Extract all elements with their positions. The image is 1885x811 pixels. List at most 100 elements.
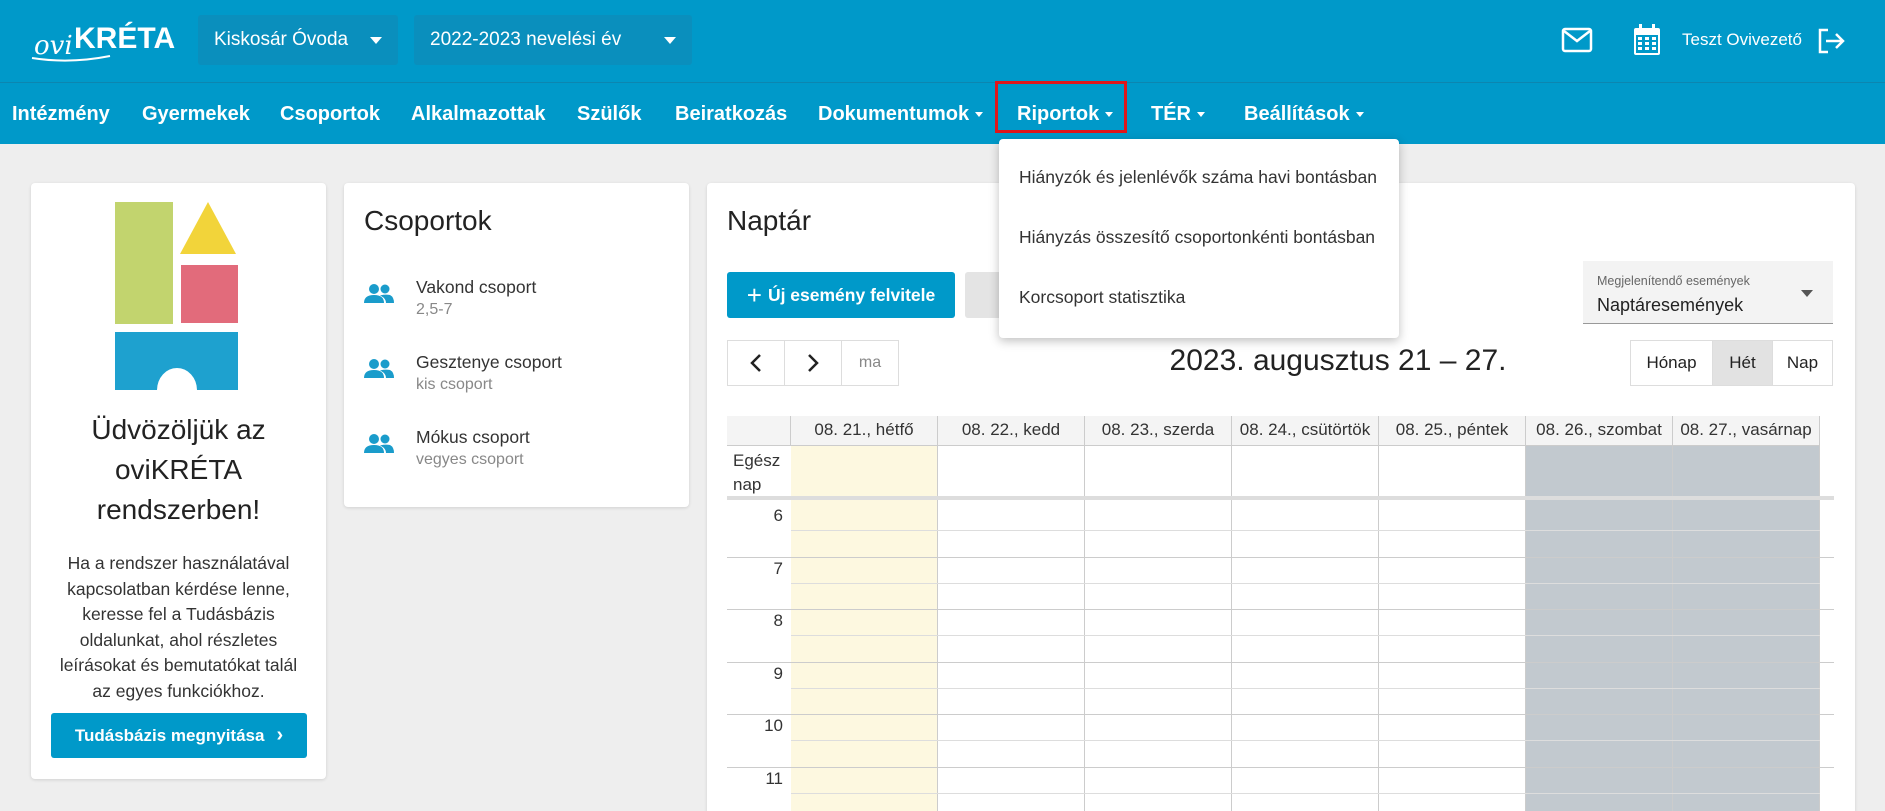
calendar-icon[interactable] bbox=[1633, 24, 1661, 56]
welcome-text-line: leírásokat és bemutatókat talál bbox=[59, 655, 298, 675]
chevron-down-icon bbox=[370, 36, 382, 44]
next-week-button[interactable] bbox=[785, 341, 842, 385]
chevron-down-icon bbox=[664, 36, 676, 44]
allday-label-line: nap bbox=[733, 475, 762, 494]
view-switcher: Hónap Hét Nap bbox=[1630, 340, 1833, 386]
day-header[interactable]: 08. 27., vasárnap bbox=[1673, 416, 1820, 446]
half-hour-line bbox=[791, 530, 1820, 532]
group-name: Mókus csoport bbox=[416, 427, 530, 447]
nav-item-dokumentumok[interactable]: Dokumentumok bbox=[818, 83, 984, 145]
nav-item-beiratkozas[interactable]: Beiratkozás bbox=[675, 83, 787, 145]
welcome-title-line: rendszerben! bbox=[96, 494, 261, 525]
menu-item-korcsoport-statisztika[interactable]: Korcsoport statisztika bbox=[1019, 287, 1185, 308]
nav-label: Beiratkozás bbox=[675, 102, 788, 125]
riportok-highlight-box bbox=[995, 81, 1127, 133]
main-nav: Intézmény Gyermekek Csoportok Alkalmazot… bbox=[0, 82, 1885, 144]
half-hour-line bbox=[791, 582, 1820, 584]
group-subtitle: 2,5-7 bbox=[416, 301, 453, 318]
hour-line bbox=[727, 714, 1834, 715]
hour-label: 8 bbox=[773, 611, 783, 630]
allday-label: Egész nap bbox=[733, 449, 780, 497]
welcome-text-line: Ha a rendszer használatával bbox=[67, 553, 290, 573]
menu-item-havi-bontas[interactable]: Hiányzók és jelenlévők száma havi bontás… bbox=[1019, 167, 1377, 188]
nav-item-beallitasok[interactable]: Beállítások bbox=[1244, 83, 1364, 145]
view-month-button[interactable]: Hónap bbox=[1631, 341, 1713, 385]
svg-text:ovi: ovi bbox=[34, 31, 73, 61]
mail-icon[interactable] bbox=[1561, 27, 1593, 53]
day-column[interactable] bbox=[1085, 446, 1232, 811]
nav-label: TÉR bbox=[1151, 102, 1191, 125]
week-grid: Egész nap 08. 21., hétfő 08. 22., kedd 08.… bbox=[727, 416, 1834, 811]
hour-line bbox=[727, 556, 1834, 558]
nav-label: Intézmény bbox=[12, 102, 110, 125]
nav-label: Beállítások bbox=[1244, 102, 1350, 125]
prev-week-button[interactable] bbox=[728, 341, 785, 385]
nav-label: Gyermekek bbox=[142, 102, 250, 125]
svg-text:KRÉTA: KRÉTA bbox=[74, 21, 175, 55]
menu-item-csoportonkenti-bontas[interactable]: Hiányzás összesítő csoportonkénti bontás… bbox=[1019, 227, 1375, 248]
day-column[interactable] bbox=[938, 446, 1085, 811]
welcome-text: Ha a rendszer használatával kapcsolatban… bbox=[51, 551, 306, 704]
caret-down-icon bbox=[1355, 111, 1364, 117]
hour-label: 10 bbox=[764, 716, 783, 735]
nav-item-gyermekek[interactable]: Gyermekek bbox=[142, 83, 250, 145]
event-filter-label: Megjelenítendő események bbox=[1597, 274, 1750, 288]
user-name[interactable]: Teszt Ovivezető bbox=[1682, 30, 1802, 50]
group-subtitle: vegyes csoport bbox=[416, 451, 524, 468]
day-column[interactable] bbox=[791, 446, 938, 811]
nav-item-szulok[interactable]: Szülők bbox=[577, 83, 641, 145]
event-filter-value: Naptáresemények bbox=[1597, 295, 1744, 315]
day-column[interactable] bbox=[1379, 446, 1526, 811]
groups-card: Csoportok Vakond csoport 2,5-7 Gesztenye… bbox=[344, 183, 689, 507]
chevron-right-icon: › bbox=[276, 724, 284, 746]
day-header[interactable]: 08. 21., hétfő bbox=[791, 416, 938, 446]
chevron-left-icon bbox=[750, 354, 761, 372]
welcome-title: Üdvözöljük az oviKRÉTA rendszerben! bbox=[31, 410, 326, 530]
calendar-title: Naptár bbox=[727, 205, 812, 236]
hour-label: 7 bbox=[773, 558, 783, 578]
group-name: Vakond csoport bbox=[416, 277, 537, 297]
day-header[interactable]: 08. 25., péntek bbox=[1379, 416, 1526, 446]
day-column[interactable] bbox=[1526, 446, 1673, 811]
logout-icon[interactable] bbox=[1816, 27, 1846, 55]
nav-item-alkalmazottak[interactable]: Alkalmazottak bbox=[411, 83, 546, 145]
view-week-button[interactable]: Hét bbox=[1713, 341, 1773, 385]
school-year-select[interactable]: 2022-2023 nevelési év bbox=[414, 15, 692, 65]
institution-select[interactable]: Kiskosár Óvoda bbox=[198, 15, 398, 65]
day-column[interactable] bbox=[1232, 446, 1379, 811]
half-hour-line bbox=[791, 792, 1820, 794]
group-icon bbox=[364, 359, 394, 378]
day-header[interactable]: 08. 24., csütörtök bbox=[1232, 416, 1379, 446]
ovikreta-logo[interactable]: ovi KRÉTA bbox=[30, 18, 190, 66]
school-year-value: 2022-2023 nevelési év bbox=[430, 29, 622, 50]
caret-down-icon bbox=[1197, 111, 1205, 117]
hour-label: 6 bbox=[773, 506, 783, 525]
group-icon bbox=[364, 284, 394, 303]
day-header[interactable]: 08. 23., szerda bbox=[1085, 416, 1232, 446]
hour-line bbox=[727, 661, 1834, 663]
nav-label: Alkalmazottak bbox=[411, 102, 546, 125]
nav-label: Dokumentumok bbox=[818, 102, 970, 125]
view-day-button[interactable]: Nap bbox=[1773, 341, 1832, 385]
knowledge-base-button[interactable]: Tudásbázis megnyitása › bbox=[51, 713, 307, 758]
welcome-title-line: oviKRÉTA bbox=[114, 454, 243, 485]
calendar-nav-buttons: ma bbox=[727, 340, 899, 386]
day-header[interactable]: 08. 22., kedd bbox=[938, 416, 1085, 446]
nav-item-ter[interactable]: TÉR bbox=[1151, 83, 1205, 145]
allday-separator bbox=[727, 496, 1834, 500]
group-icon bbox=[364, 434, 394, 453]
day-header[interactable]: 08. 26., szombat bbox=[1526, 416, 1673, 446]
blocks-illustration bbox=[115, 202, 238, 390]
nav-item-intezmeny[interactable]: Intézmény bbox=[12, 83, 110, 145]
hour-label: 11 bbox=[765, 768, 783, 788]
event-filter-select[interactable]: Megjelenítendő események Naptáresemények bbox=[1583, 261, 1833, 324]
today-button[interactable]: ma bbox=[842, 341, 898, 385]
day-column[interactable] bbox=[1673, 446, 1820, 811]
nav-label: Szülők bbox=[577, 102, 642, 125]
welcome-title-line: Üdvözöljük az bbox=[91, 414, 266, 445]
top-bar: ovi KRÉTA Kiskosár Óvoda 2022-2023 nevel… bbox=[0, 0, 1885, 82]
nav-item-csoportok[interactable]: Csoportok bbox=[280, 83, 380, 145]
institution-value: Kiskosár Óvoda bbox=[214, 29, 349, 50]
welcome-card: Üdvözöljük az oviKRÉTA rendszerben! Ha a… bbox=[31, 183, 326, 779]
new-event-button[interactable]: + Új esemény felvitele bbox=[727, 272, 955, 318]
